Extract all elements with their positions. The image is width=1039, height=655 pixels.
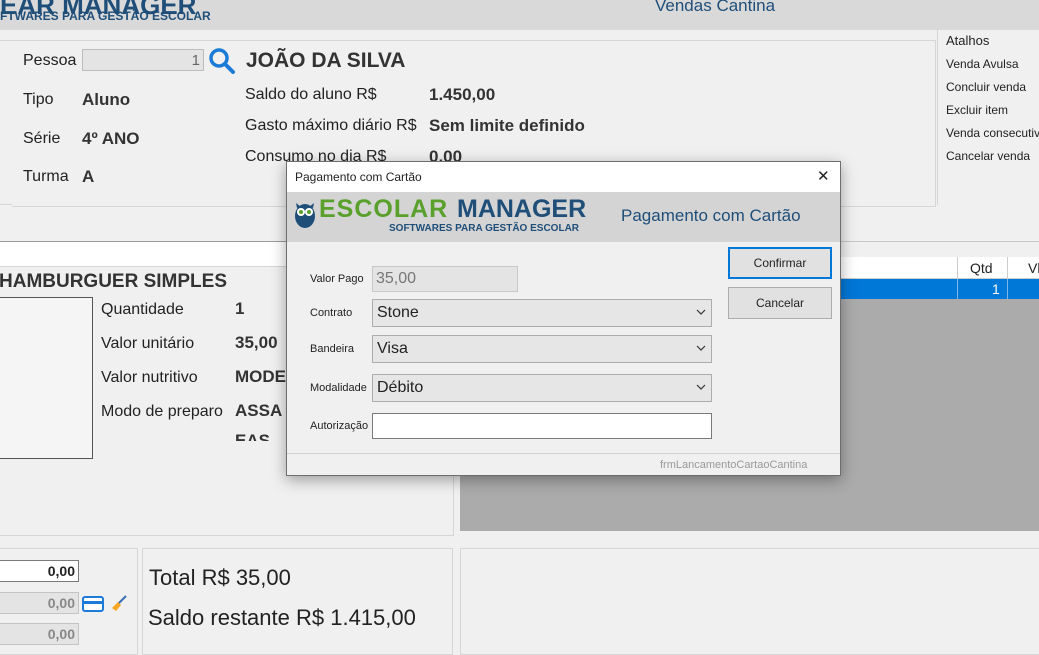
dialog-title: Pagamento com Cartão xyxy=(295,170,422,184)
shortcut-venda-consecutiva[interactable]: Venda consecutiv xyxy=(946,126,1039,140)
dialog-header-title: Pagamento com Cartão xyxy=(621,206,801,225)
owl-icon xyxy=(293,199,317,234)
gasto-label: Gasto máximo diário R$ xyxy=(245,117,417,134)
serie-value: 4º ANO xyxy=(82,129,140,148)
pessoa-input[interactable]: 1 xyxy=(82,49,204,71)
person-name: JOÃO DA SILVA xyxy=(246,49,406,72)
autorizacao-input[interactable] xyxy=(372,413,712,439)
modalidade-select[interactable]: Débito xyxy=(372,374,712,402)
contrato-value: Stone xyxy=(377,304,419,321)
dialog-logo-manager: MANAGER xyxy=(457,195,587,223)
form-name-label: frmLancamentoCartaoCantina xyxy=(660,459,808,471)
product-name: HAMBURGUER SIMPLES xyxy=(0,271,228,292)
dialog-header: ESCOLAR MANAGER SOFTWARES PARA GESTÃO ES… xyxy=(287,192,840,242)
saldo-label: Saldo do aluno R$ xyxy=(245,86,377,103)
turma-value: A xyxy=(82,167,95,186)
grid-header-qtd[interactable]: Qtd xyxy=(970,260,993,276)
grid-col-divider-2 xyxy=(1007,257,1008,278)
modalidade-label: Modalidade xyxy=(310,382,367,394)
shortcut-excluir-item[interactable]: Excluir item xyxy=(946,103,1008,117)
totals-panel: Total R$ 35,00 Saldo restante R$ 1.415,0… xyxy=(142,548,453,655)
product-image xyxy=(0,297,93,459)
modo-preparo-label: Modo de preparo xyxy=(101,403,223,420)
grid-row-divider xyxy=(957,279,958,299)
valor-nutritivo-label: Valor nutritivo xyxy=(101,369,198,386)
window-title: Vendas Cantina xyxy=(655,0,776,15)
grid-col-divider xyxy=(957,257,958,278)
valor-unitario-value: 35,00 xyxy=(235,333,278,352)
payments-panel: 0,00 0,00 0,00 xyxy=(0,548,138,655)
valor-pago-input[interactable]: 35,00 xyxy=(372,266,518,292)
search-icon[interactable] xyxy=(208,47,236,80)
total-label: Total R$ 35,00 xyxy=(149,565,291,590)
saldo-value: 1.450,00 xyxy=(429,85,496,104)
quantidade-value: 1 xyxy=(235,299,245,318)
shortcut-cancelar-venda[interactable]: Cancelar venda xyxy=(946,149,1030,163)
payment-cash-input[interactable]: 0,00 xyxy=(0,560,79,582)
chevron-down-icon xyxy=(695,341,707,359)
grid-row-divider-2 xyxy=(1007,279,1008,299)
pessoa-label: Pessoa xyxy=(23,52,77,69)
modalidade-value: Débito xyxy=(377,379,424,396)
shortcuts-panel: Atalhos Venda Avulsa Concluir venda Excl… xyxy=(937,30,1039,205)
payment-card-input[interactable]: 0,00 xyxy=(0,592,79,614)
valor-pago-label: Valor Pago xyxy=(310,273,364,285)
valor-unitario-label: Valor unitário xyxy=(101,335,195,352)
contrato-label: Contrato xyxy=(310,307,353,319)
modo-preparo-value: ASSA xyxy=(235,401,283,420)
confirm-button[interactable]: Confirmar xyxy=(728,247,832,279)
tipo-label: Tipo xyxy=(23,91,54,108)
close-icon[interactable]: ✕ xyxy=(817,167,830,185)
valor-nutritivo-value: MODE xyxy=(235,367,286,386)
tipo-value: Aluno xyxy=(82,90,131,109)
cancel-button[interactable]: Cancelar xyxy=(728,287,832,319)
product-search-input[interactable] xyxy=(0,241,290,267)
shortcut-concluir-venda[interactable]: Concluir venda xyxy=(946,80,1026,94)
bottom-right-panel xyxy=(460,548,1039,655)
app-logo-subtitle: FTWARES PARA GESTÃO ESCOLAR xyxy=(0,9,211,23)
chevron-down-icon xyxy=(695,305,707,323)
grid-header-vl[interactable]: Vl xyxy=(1028,260,1039,276)
top-bar: EAR MANAGER FTWARES PARA GESTÃO ESCOLAR … xyxy=(0,0,1039,30)
shortcuts-title: Atalhos xyxy=(946,33,990,48)
broom-icon[interactable] xyxy=(109,593,129,618)
turma-label: Turma xyxy=(23,168,69,185)
shortcut-venda-avulsa[interactable]: Venda Avulsa xyxy=(946,57,1019,71)
quantidade-label: Quantidade xyxy=(101,301,184,318)
bandeira-label: Bandeira xyxy=(310,343,355,355)
contrato-select[interactable]: Stone xyxy=(372,299,712,327)
dialog-footer-divider xyxy=(287,453,840,454)
dialog-logo-escolar: ESCOLAR xyxy=(319,195,449,223)
gasto-value: Sem limite definido xyxy=(429,116,585,135)
chevron-down-icon xyxy=(695,380,707,398)
bandeira-select[interactable]: Visa xyxy=(372,335,712,363)
modo-preparo-value-2: EAS xyxy=(235,431,270,441)
credit-card-icon[interactable] xyxy=(82,596,104,617)
saldo-restante-label: Saldo restante R$ 1.415,00 xyxy=(148,605,416,630)
grid-row-qtd: 1 xyxy=(992,281,1000,297)
payment-dialog: Pagamento com Cartão ✕ ESCOLAR MANAGER S… xyxy=(286,161,841,476)
serie-label: Série xyxy=(23,130,61,147)
bandeira-value: Visa xyxy=(377,340,408,357)
autorizacao-label: Autorização xyxy=(310,420,369,432)
dialog-title-bar: Pagamento com Cartão ✕ xyxy=(287,162,840,192)
payment-other-input[interactable]: 0,00 xyxy=(0,623,79,645)
dialog-logo-subtitle: SOFTWARES PARA GESTÃO ESCOLAR xyxy=(389,223,580,234)
